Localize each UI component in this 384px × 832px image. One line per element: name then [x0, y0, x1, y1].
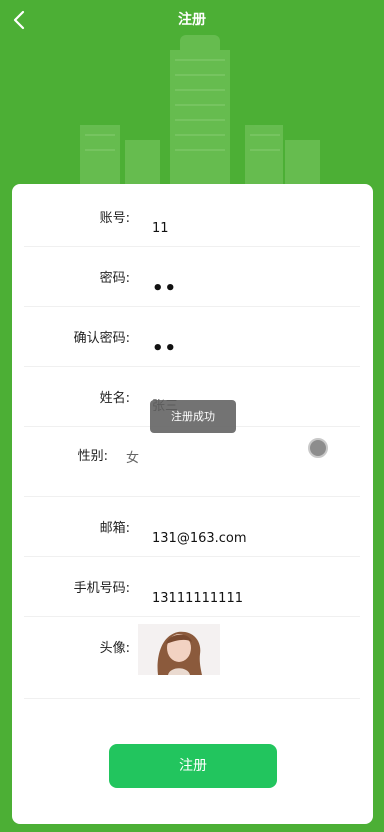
phone-input[interactable]: 13111111111 [152, 590, 243, 608]
confirm-password-input[interactable]: •• [152, 340, 177, 358]
avatar-portrait-icon [138, 624, 220, 675]
row-gender: 性别: 女 [24, 426, 360, 497]
toast-success: 注册成功 [150, 400, 236, 433]
row-phone: 手机号码: 13111111111 [24, 556, 360, 617]
gender-radio[interactable] [308, 438, 328, 458]
page-title: 注册 [178, 12, 206, 28]
phone-label: 手机号码: [73, 581, 130, 596]
register-form-card: 账号: 11 密码: •• 确认密码: •• 姓名: 张三 性别: 女 邮箱: … [12, 184, 373, 824]
avatar-label: 头像: [99, 641, 130, 656]
row-account: 账号: 11 [24, 184, 360, 247]
email-label: 邮箱: [99, 521, 130, 536]
account-input[interactable]: 11 [152, 220, 169, 238]
account-label: 账号: [99, 211, 130, 226]
confirm-password-label: 确认密码: [73, 331, 130, 346]
email-input[interactable]: 131@163.com [152, 530, 247, 548]
row-email: 邮箱: 131@163.com [24, 496, 360, 557]
name-label: 姓名: [99, 391, 130, 406]
password-input[interactable]: •• [152, 280, 177, 298]
row-confirm-password: 确认密码: •• [24, 306, 360, 367]
register-submit-button[interactable]: 注册 [109, 744, 277, 788]
city-skyline-illustration [80, 35, 320, 190]
gender-value: 女 [126, 451, 140, 466]
row-avatar: 头像: [24, 616, 360, 699]
password-label: 密码: [99, 271, 130, 286]
gender-label: 性别: [77, 449, 108, 464]
row-password: 密码: •• [24, 246, 360, 307]
avatar-image[interactable] [138, 624, 220, 675]
